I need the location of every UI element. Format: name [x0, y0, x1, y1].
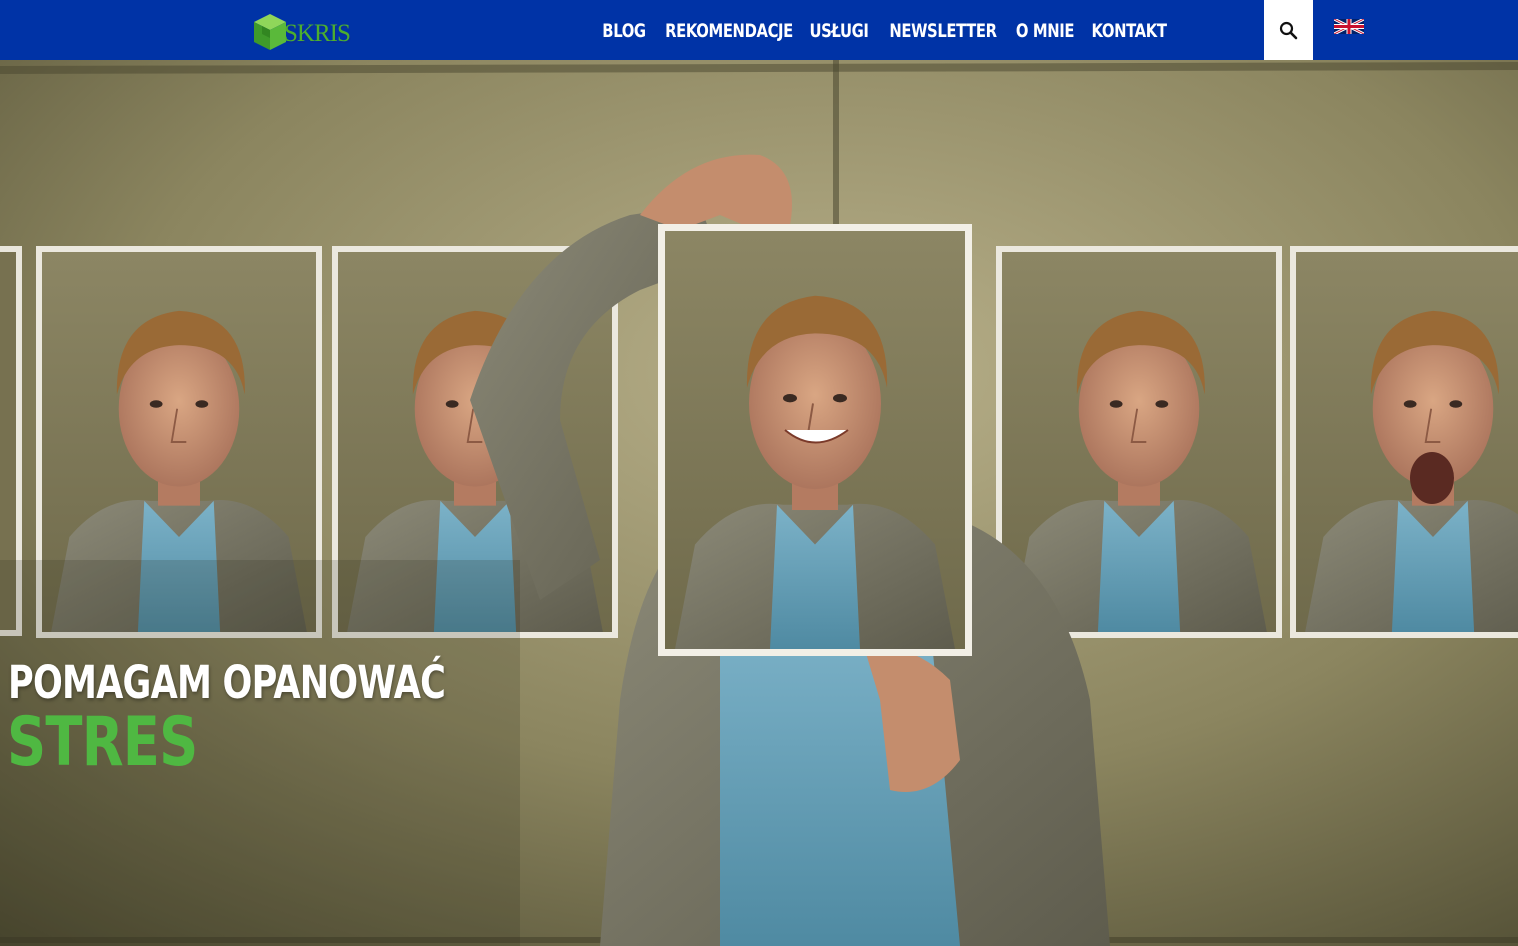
portrait-frame	[1290, 246, 1518, 638]
search-button[interactable]	[1264, 0, 1313, 60]
nav-item-rekomendacje[interactable]: REKOMENDACJE	[664, 0, 793, 60]
held-portrait	[658, 224, 972, 656]
nav-item-newsletter[interactable]: NEWSLETTER	[886, 0, 1000, 60]
nav-item-blog[interactable]: BLOG	[596, 0, 652, 60]
logo-text: SKRIS	[284, 20, 351, 47]
hero-headline-line1: POMAGAM OPANOWAĆ	[8, 656, 446, 709]
site-logo[interactable]: SKRIS	[252, 12, 376, 58]
top-navbar: SKRIS BLOG REKOMENDACJE USŁUGI NEWSLETTE…	[0, 0, 1518, 60]
page: SKRIS BLOG REKOMENDACJE USŁUGI NEWSLETTE…	[0, 0, 1518, 946]
search-icon	[1279, 21, 1298, 40]
hero-headline-line2: STRES	[7, 703, 198, 782]
hero-banner: POMAGAM OPANOWAĆ STRES	[0, 60, 1518, 946]
uk-flag-icon[interactable]	[1334, 19, 1364, 34]
portrait-frame	[996, 246, 1282, 638]
hero-photo	[0, 60, 1518, 946]
nav-item-uslugi[interactable]: USŁUGI	[804, 0, 874, 60]
main-menu: BLOG REKOMENDACJE USŁUGI NEWSLETTER O MN…	[588, 0, 1184, 60]
nav-item-o-mnie[interactable]: O MNIE	[1010, 0, 1080, 60]
nav-item-kontakt[interactable]: KONTAKT	[1086, 0, 1172, 60]
